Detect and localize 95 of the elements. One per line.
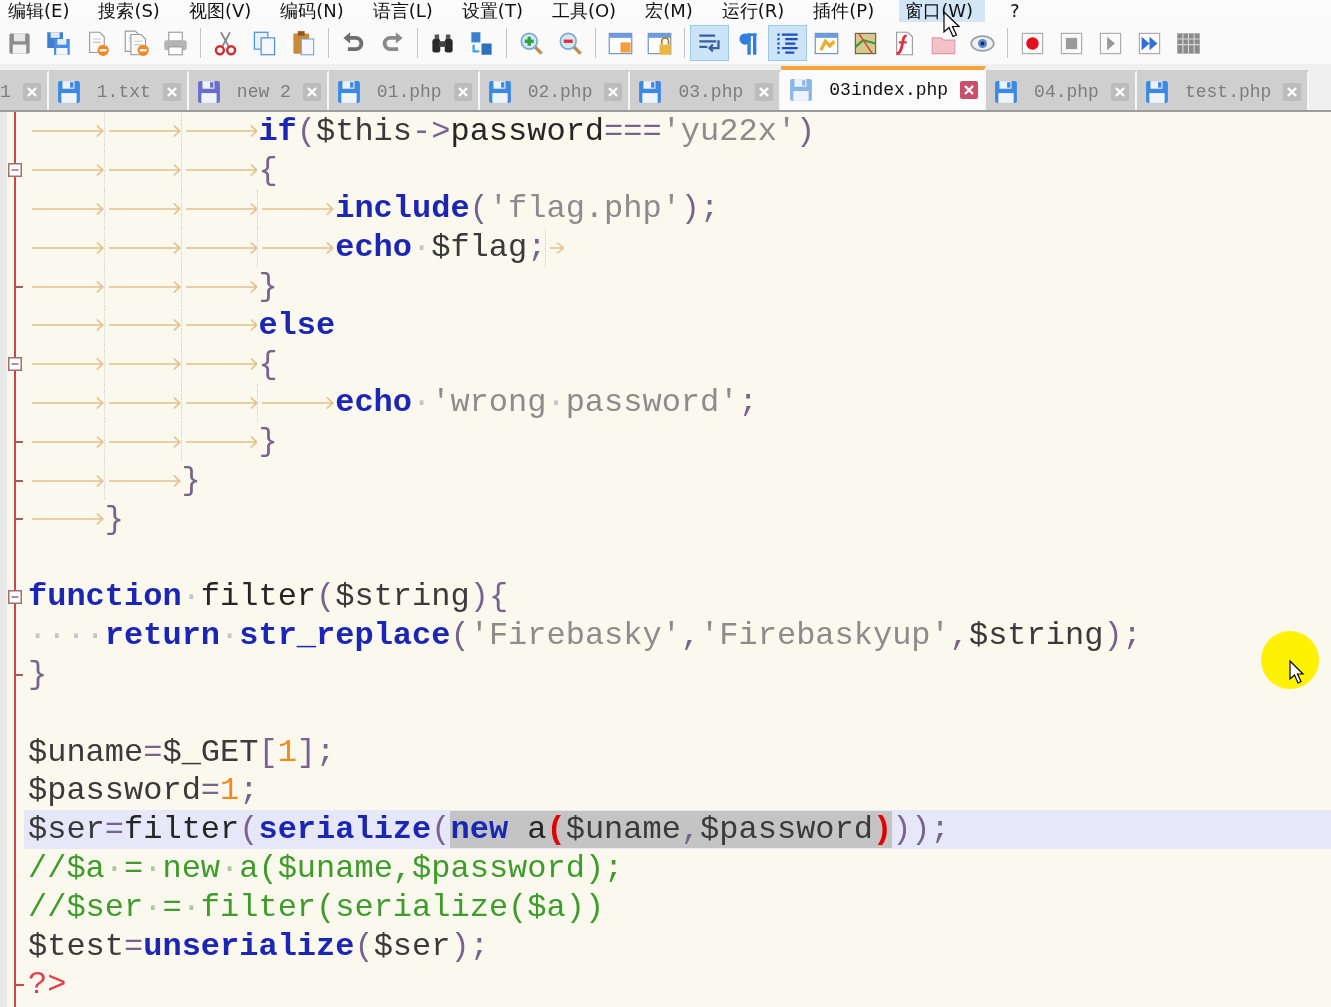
- fold-collapse-icon[interactable]: [8, 163, 22, 178]
- tab-arrow-icon: [107, 318, 181, 333]
- fold-collapse-icon[interactable]: [8, 357, 22, 372]
- tab-arrow-icon: [31, 473, 104, 488]
- menu-item[interactable]: 编辑(E): [4, 0, 74, 22]
- menu-item[interactable]: ?: [1006, 0, 1024, 22]
- code-text: ····return·str_replace('Firebasky','Firebaskyup',$string);: [28, 617, 1142, 655]
- close-icon[interactable]: [302, 82, 321, 101]
- tab-arrow-icon: [261, 395, 335, 410]
- close-icon[interactable]: [453, 82, 472, 101]
- tab-arrow-icon: [107, 434, 181, 449]
- close-icon[interactable]: [22, 82, 41, 101]
- menu-item[interactable]: 插件(P): [809, 0, 879, 22]
- tab-arrow-icon: [31, 434, 104, 449]
- code-text: $ser=filter(serialize(new a($uname,$password)));: [28, 811, 950, 849]
- menu-item[interactable]: 设置(T): [457, 0, 527, 22]
- code-text: }: [28, 656, 48, 694]
- code-text: //$ser·=·filter(serialize($a)): [28, 888, 605, 926]
- word-wrap-button[interactable]: [690, 25, 729, 61]
- code-text: }: [104, 500, 124, 538]
- tab-arrow-icon: [31, 512, 104, 527]
- code-text: }: [258, 423, 278, 461]
- documents-icon: [251, 29, 278, 57]
- code-text: if($this->password==='yu22x'): [258, 112, 816, 150]
- close-icon[interactable]: [1110, 82, 1129, 101]
- tab-arrow-icon: [107, 124, 181, 139]
- tab-arrow-icon: [31, 318, 104, 333]
- menu-item[interactable]: 宏(M): [641, 0, 697, 22]
- close-icon[interactable]: [162, 82, 181, 101]
- code-text: else: [258, 306, 336, 344]
- file-tab[interactable]: 03index.php: [781, 66, 987, 110]
- menu-item[interactable]: 运行(R): [717, 0, 789, 22]
- tab-arrow-icon: [31, 202, 104, 216]
- tab-arrow-icon: [31, 240, 104, 255]
- cursor-highlight-icon: [1260, 630, 1320, 690]
- code-text: $test=unserialize($ser);: [28, 927, 489, 965]
- floppy-disks-icon: [45, 29, 72, 57]
- tab-arrow-icon: [184, 124, 258, 139]
- menu-item[interactable]: 编码(N): [276, 0, 348, 22]
- fold-collapse-icon[interactable]: [8, 589, 22, 604]
- documents-minus-icon: [123, 29, 150, 57]
- tab-arrow-icon: [107, 473, 181, 488]
- code-text: //$a·=·new·a($uname,$password);: [28, 850, 624, 888]
- code-text: }: [258, 268, 278, 306]
- close-icon[interactable]: [755, 82, 774, 101]
- code-text: echo·$flag;: [335, 229, 547, 267]
- fold-end-corner-icon: [14, 965, 24, 986]
- tab-arrow-icon: [31, 395, 104, 410]
- tab-arrow-icon: [184, 357, 258, 372]
- tab-arrow-icon: [184, 318, 258, 333]
- fold-end-tick-icon: [16, 440, 23, 443]
- fold-end-tick-icon: [16, 518, 23, 521]
- tab-arrow-icon: [31, 279, 104, 294]
- close-icon[interactable]: [604, 82, 623, 101]
- tab-arrow-icon: [107, 163, 181, 178]
- scissors-icon: [212, 29, 239, 57]
- clipboard-icon: [290, 29, 317, 57]
- code-text: ?>: [28, 966, 67, 1004]
- tab-arrow-icon: [31, 357, 104, 372]
- tab-arrow-icon: [261, 240, 335, 255]
- tab-arrow-icon: [261, 202, 335, 216]
- tab-arrow-icon: [549, 240, 565, 255]
- close-icon[interactable]: [1283, 82, 1302, 101]
- menu-item[interactable]: 搜索(S): [94, 0, 164, 22]
- tab-arrow-icon: [107, 240, 181, 255]
- printer-icon: [162, 29, 189, 57]
- menu-item[interactable]: 视图(V): [184, 0, 256, 22]
- fold-end-tick-icon: [16, 285, 23, 288]
- tab-arrow-icon: [184, 395, 258, 410]
- fold-end-tick-icon: [16, 673, 23, 676]
- code-text: {: [258, 345, 278, 383]
- tab-arrow-icon: [107, 202, 181, 216]
- indent-guide-button[interactable]: [768, 25, 807, 61]
- menu-item[interactable]: 语言(L): [368, 0, 437, 22]
- code-text: include('flag.php');: [335, 190, 720, 228]
- replace-icon: [468, 29, 495, 57]
- tab-arrow-icon: [184, 163, 258, 178]
- tab-arrow-icon: [184, 434, 258, 449]
- code-text: {: [258, 151, 278, 189]
- menu-item[interactable]: 工具(O): [547, 0, 621, 22]
- code-text: }: [181, 462, 201, 500]
- tab-arrow-icon: [31, 124, 104, 139]
- tab-arrow-icon: [107, 279, 181, 294]
- tab-arrow-icon: [184, 240, 258, 255]
- fold-end-tick-icon: [16, 479, 23, 482]
- code-text: $password=1;: [28, 772, 259, 810]
- tab-arrow-icon: [31, 163, 104, 178]
- tab-arrow-icon: [107, 395, 181, 410]
- tab-arrow-icon: [184, 202, 258, 216]
- code-text: function·filter($string){: [28, 578, 509, 616]
- close-icon[interactable]: [960, 81, 979, 99]
- tab-arrow-icon: [107, 357, 181, 372]
- code-text: echo·'wrong·password';: [335, 384, 758, 422]
- tab-arrow-icon: [184, 279, 258, 294]
- code-text: $uname=$_GET[1];: [28, 733, 336, 771]
